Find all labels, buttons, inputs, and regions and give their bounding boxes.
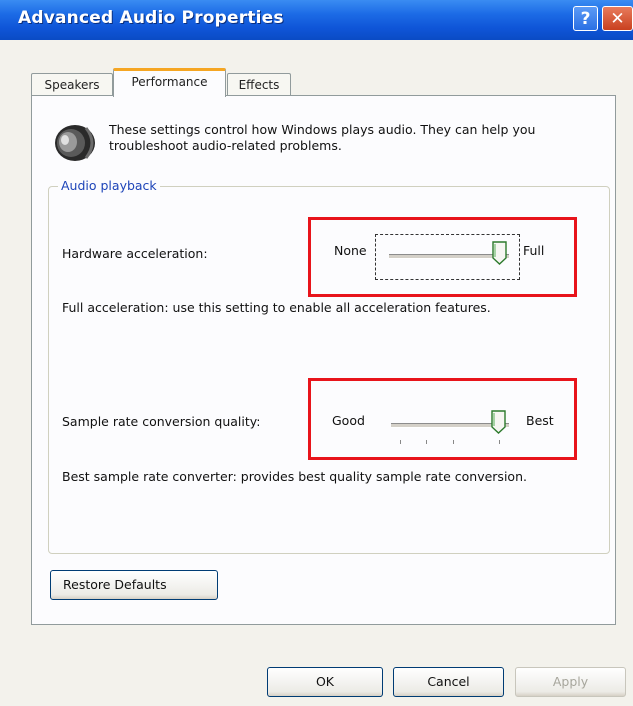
cancel-button[interactable]: Cancel [393,667,504,697]
title-bar[interactable]: Advanced Audio Properties ? ✕ [0,0,633,40]
tab-performance[interactable]: Performance [113,68,226,97]
hardware-acceleration-label: Hardware acceleration: [62,246,208,261]
hardware-acceleration-description: Full acceleration: use this setting to e… [62,300,491,315]
group-label: Audio playback [58,178,160,193]
close-button[interactable]: ✕ [602,6,633,31]
tab-speakers[interactable]: Speakers [31,73,113,95]
speaker-icon [55,125,95,161]
advanced-audio-properties-dialog: Advanced Audio Properties ? ✕ Speakers P… [0,0,633,706]
hardware-acceleration-highlight-box [308,217,577,297]
window-title: Advanced Audio Properties [18,8,284,28]
restore-defaults-button[interactable]: Restore Defaults [50,570,218,600]
help-icon: ? [580,9,591,29]
sample-rate-highlight-box [308,378,577,460]
close-icon: ✕ [610,9,625,29]
tab-effects[interactable]: Effects [227,73,291,95]
help-button[interactable]: ? [573,6,598,31]
intro-text: These settings control how Windows plays… [109,122,536,153]
apply-button[interactable]: Apply [515,667,626,697]
ok-button[interactable]: OK [267,667,383,697]
sample-rate-description: Best sample rate converter: provides bes… [62,469,527,484]
sample-rate-label: Sample rate conversion quality: [62,414,261,429]
